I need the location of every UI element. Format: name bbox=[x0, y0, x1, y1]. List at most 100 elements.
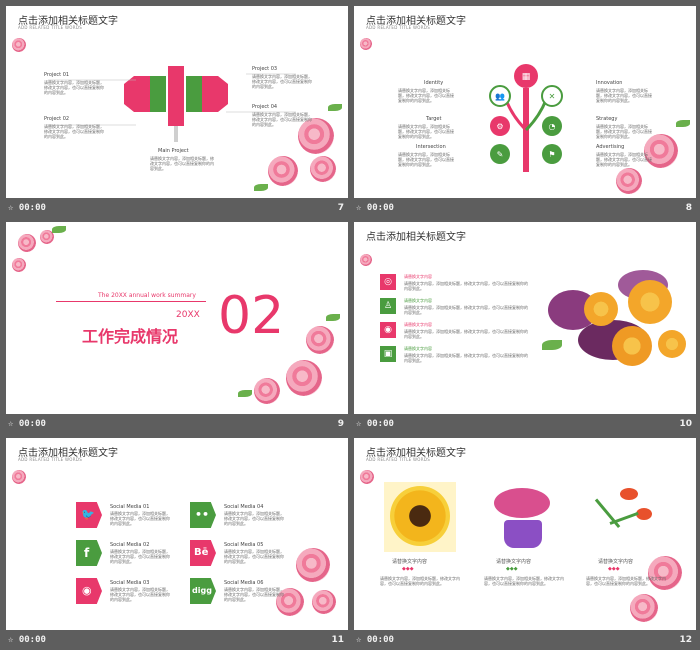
rose-decoration bbox=[616, 168, 642, 194]
rose-decoration bbox=[18, 234, 36, 252]
social-label-06: Social Media 06 bbox=[224, 580, 264, 586]
slide-7-canvas: 点击添加相关标题文字 ADD RELATED TITLE WORDS Proje… bbox=[6, 6, 348, 198]
slide-subtitle: ADD RELATED TITLE WORDS bbox=[18, 457, 83, 462]
item-text-2: 请替换文字内容，添加相关标题，修改文字内容，也可以直接复制你的内容到此。 bbox=[404, 305, 528, 315]
year-label: 20XX bbox=[176, 310, 200, 320]
social-text-03: 请替换文字内容，添加相关标题，修改文字内容，也可以直接复制你的内容到此。 bbox=[110, 587, 170, 602]
leaf-decoration bbox=[238, 390, 252, 397]
project-label-01: Project 01 bbox=[44, 72, 70, 78]
slide-12-canvas: 点击添加相关标题文字 ADD RELATED TITLE WORDS 请替换文字… bbox=[354, 438, 696, 630]
sunflower-image bbox=[384, 482, 456, 552]
digg-icon[interactable]: digg bbox=[190, 578, 216, 604]
social-text-02: 请替换文字内容，添加相关标题，修改文字内容，也可以直接复制你的内容到此。 bbox=[110, 549, 170, 564]
slide-thumbnail-10[interactable]: 点击添加相关标题文字 ◎ ♙ ◉ ▣ 请替换文字内容 请替换文字内容，添加相关标… bbox=[354, 222, 696, 432]
svg-text:✎: ✎ bbox=[497, 150, 504, 159]
slide-number: 12 bbox=[679, 635, 692, 645]
slide-thumbnail-12[interactable]: 点击添加相关标题文字 ADD RELATED TITLE WORDS 请替换文字… bbox=[354, 438, 696, 648]
text-identity: 请替换文字内容，添加相关标题，修改文字内容，也可以直接复制你的内容到此。 bbox=[398, 88, 454, 103]
item-text-4: 请替换文字内容，添加相关标题，修改文字内容，也可以直接复制你的内容到此。 bbox=[404, 353, 528, 363]
rose-decoration bbox=[12, 38, 26, 52]
svg-text:⚙: ⚙ bbox=[496, 122, 503, 131]
behance-icon[interactable]: Bē bbox=[190, 540, 216, 566]
rss-icon[interactable]: ◉ bbox=[76, 578, 102, 604]
slide-status-bar: ☆ 00:00 8 bbox=[354, 200, 696, 216]
rose-decoration bbox=[268, 156, 298, 186]
tree-diagram: ▦ 👥 ✕ ⚙ ◔ ✎ ⚑ bbox=[489, 64, 563, 172]
divider-line bbox=[56, 301, 206, 302]
item-title-4: 请替换文字内容 bbox=[404, 346, 432, 351]
svg-text:▦: ▦ bbox=[522, 72, 531, 82]
text-intersection: 请替换文字内容，添加相关标题，修改文字内容，也可以直接复制你的内容到此。 bbox=[398, 152, 454, 167]
annual-summary-text: The 20XX annual work summary bbox=[98, 292, 196, 299]
svg-text:⚑: ⚑ bbox=[548, 150, 555, 159]
rose-decoration bbox=[360, 38, 372, 50]
label-advertising: Advertising bbox=[596, 144, 625, 150]
text-advertising: 请替换文字内容，添加相关标题，修改文字内容，也可以直接复制你的内容到此。 bbox=[596, 152, 652, 167]
slide-9-canvas: The 20XX annual work summary 20XX 工作完成情况… bbox=[6, 222, 348, 414]
slide-thumbnail-9[interactable]: The 20XX annual work summary 20XX 工作完成情况… bbox=[6, 222, 348, 432]
label-target: Target bbox=[426, 116, 442, 122]
slide-thumbnail-11[interactable]: 点击添加相关标题文字 ADD RELATED TITLE WORDS 🐦 f ◉… bbox=[6, 438, 348, 648]
facebook-icon[interactable]: f bbox=[76, 540, 102, 566]
slide-subtitle: ADD RELATED TITLE WORDS bbox=[18, 25, 83, 30]
item-icon-target: ◉ bbox=[380, 322, 396, 338]
social-text-05: 请替换文字内容，添加相关标题，修改文字内容，也可以直接复制你的内容到此。 bbox=[224, 549, 284, 564]
rose-decoration bbox=[254, 378, 280, 404]
rose-decoration bbox=[12, 258, 26, 272]
slide-status-bar: ☆ 00:00 9 bbox=[6, 416, 348, 432]
slide-number: 10 bbox=[679, 419, 692, 429]
svg-text:✕: ✕ bbox=[549, 92, 556, 101]
slide-timing: ☆ 00:00 bbox=[8, 203, 46, 213]
item-title-1: 请替换文字内容 bbox=[404, 274, 432, 279]
rose-decoration bbox=[286, 360, 322, 396]
caption-3: 请替换文字内容 bbox=[598, 559, 634, 565]
text-strategy: 请替换文字内容，添加相关标题，修改文字内容，也可以直接复制你的内容到此。 bbox=[596, 124, 652, 139]
caption-1: 请替换文字内容 bbox=[392, 559, 428, 565]
slide-timing: ☆ 00:00 bbox=[8, 635, 46, 645]
slide-number: 11 bbox=[331, 635, 344, 645]
diamond-divider-2: ◆◆◆ bbox=[506, 566, 518, 572]
project-text-02: 请替换文字内容，添加相关标题，修改文字内容，也可以直接复制你的内容到此。 bbox=[44, 124, 104, 139]
slide-timing: ☆ 00:00 bbox=[8, 419, 46, 429]
caption-text-1: 请替换文字内容，添加相关标题，修改文字内容，也可以直接复制你的内容到此。 bbox=[380, 576, 460, 586]
item-icon-grid: ▣ bbox=[380, 346, 396, 362]
leaf-decoration bbox=[676, 120, 690, 127]
flickr-icon[interactable]: •• bbox=[190, 502, 216, 528]
slide-title: 点击添加相关标题文字 bbox=[366, 232, 466, 243]
tulip-image bbox=[590, 482, 662, 552]
item-icon-camera: ◎ bbox=[380, 274, 396, 290]
text-innovation: 请替换文字内容，添加相关标题，修改文字内容，也可以直接复制你的内容到此。 bbox=[596, 88, 652, 103]
main-project-text: 请替换文字内容，添加相关标题，修改文字内容，也可以直接复制你的内容到此。 bbox=[150, 156, 214, 171]
slide-8-canvas: 点击添加相关标题文字 ADD RELATED TITLE WORDS ▦ 👥 ✕… bbox=[354, 6, 696, 198]
project-text-04: 请替换文字内容，添加相关标题，修改文字内容，也可以直接复制你的内容到此。 bbox=[252, 112, 312, 127]
rose-decoration bbox=[306, 326, 334, 354]
label-innovation: Innovation bbox=[596, 80, 623, 86]
leaf-decoration bbox=[52, 226, 66, 233]
rose-decoration bbox=[296, 548, 330, 582]
slide-10-canvas: 点击添加相关标题文字 ◎ ♙ ◉ ▣ 请替换文字内容 请替换文字内容，添加相关标… bbox=[354, 222, 696, 414]
label-intersection: Intersection bbox=[416, 144, 446, 150]
rose-decoration bbox=[312, 590, 336, 614]
item-text-1: 请替换文字内容，添加相关标题，修改文字内容，也可以直接复制你的内容到此。 bbox=[404, 281, 528, 291]
slide-thumbnail-7[interactable]: 点击添加相关标题文字 ADD RELATED TITLE WORDS Proje… bbox=[6, 6, 348, 216]
item-title-2: 请替换文字内容 bbox=[404, 298, 432, 303]
caption-text-2: 请替换文字内容，添加相关标题，修改文字内容，也可以直接复制你的内容到此。 bbox=[484, 576, 564, 586]
slide-status-bar: ☆ 00:00 11 bbox=[6, 632, 348, 648]
twitter-icon[interactable]: 🐦 bbox=[76, 502, 102, 528]
section-heading: 工作完成情况 bbox=[82, 327, 179, 346]
slide-subtitle: ADD RELATED TITLE WORDS bbox=[366, 457, 431, 462]
label-identity: Identity bbox=[424, 80, 444, 86]
diamond-divider-1: ◆◆◆ bbox=[402, 566, 414, 572]
slide-status-bar: ☆ 00:00 12 bbox=[354, 632, 696, 648]
slide-11-canvas: 点击添加相关标题文字 ADD RELATED TITLE WORDS 🐦 f ◉… bbox=[6, 438, 348, 630]
label-strategy: Strategy bbox=[596, 116, 618, 122]
slide-thumbnail-8[interactable]: 点击添加相关标题文字 ADD RELATED TITLE WORDS ▦ 👥 ✕… bbox=[354, 6, 696, 216]
social-label-04: Social Media 04 bbox=[224, 504, 264, 510]
social-text-06: 请替换文字内容，添加相关标题，修改文字内容，也可以直接复制你的内容到此。 bbox=[224, 587, 284, 602]
project-label-04: Project 04 bbox=[252, 104, 278, 110]
project-text-01: 请替换文字内容，添加相关标题，修改文字内容，也可以直接复制你的内容到此。 bbox=[44, 80, 104, 95]
slide-subtitle: ADD RELATED TITLE WORDS bbox=[366, 25, 431, 30]
social-text-04: 请替换文字内容，添加相关标题，修改文字内容，也可以直接复制你的内容到此。 bbox=[224, 511, 284, 526]
rose-decoration bbox=[360, 470, 374, 484]
slide-status-bar: ☆ 00:00 7 bbox=[6, 200, 348, 216]
